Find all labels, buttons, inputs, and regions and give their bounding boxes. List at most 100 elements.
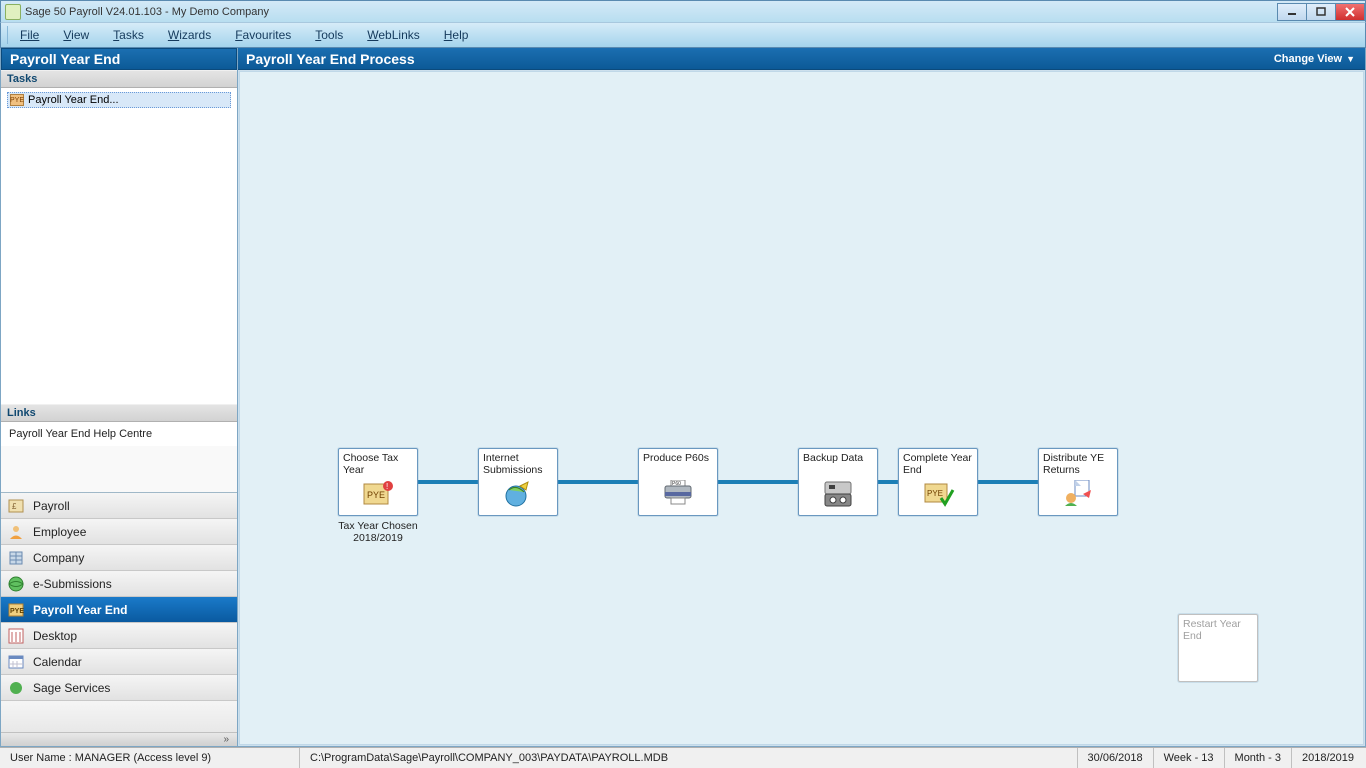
nav-sage-services[interactable]: Sage Services: [1, 675, 237, 701]
node-backup-data: Backup Data: [798, 448, 878, 516]
status-path: C:\ProgramData\Sage\Payroll\COMPANY_003\…: [300, 748, 1078, 768]
minimize-button[interactable]: [1277, 3, 1307, 21]
employee-icon: [7, 523, 25, 541]
svg-text:PYE: PYE: [367, 490, 385, 500]
window-title: Sage 50 Payroll V24.01.103 - My Demo Com…: [25, 6, 269, 18]
maximize-button[interactable]: [1306, 3, 1336, 21]
status-year: 2018/2019: [1292, 748, 1366, 768]
nav-label: Sage Services: [33, 681, 110, 695]
menu-weblinks[interactable]: WebLinks: [355, 26, 431, 44]
pye-icon: PYE!: [343, 476, 413, 512]
nav-label: Employee: [33, 525, 86, 539]
status-user: User Name : MANAGER (Access level 9): [0, 748, 300, 768]
tasks-panel: Tasks PYE Payroll Year End...: [1, 70, 237, 404]
pye-check-icon: PYE: [903, 476, 973, 512]
connector: [558, 480, 640, 484]
links-header: Links: [1, 404, 237, 422]
desktop-icon: [7, 627, 25, 645]
node-label: Complete Year End: [903, 452, 973, 476]
node-label: Distribute YE Returns: [1043, 452, 1113, 476]
svg-text:£: £: [12, 502, 17, 511]
globe-icon: [7, 575, 25, 593]
calendar-icon: [7, 653, 25, 671]
node-caption: Tax Year Chosen 2018/2019: [338, 520, 418, 544]
pye-nav-icon: PYE: [7, 601, 25, 619]
nav-calendar[interactable]: Calendar: [1, 649, 237, 675]
menu-help[interactable]: Help: [432, 26, 481, 44]
nav-company[interactable]: Company: [1, 545, 237, 571]
window-controls: [1278, 3, 1365, 21]
nav-esubmissions[interactable]: e-Submissions: [1, 571, 237, 597]
node-choose-tax-year: Choose Tax Year PYE! Tax Year Chosen 201…: [338, 448, 418, 544]
menu-favourites[interactable]: Favourites: [223, 26, 303, 44]
payroll-icon: £: [7, 497, 25, 515]
node-restart-year-end: Restart Year End: [1178, 614, 1258, 682]
nav-desktop[interactable]: Desktop: [1, 623, 237, 649]
task-payroll-year-end[interactable]: PYE Payroll Year End...: [7, 92, 231, 108]
status-week: Week - 13: [1154, 748, 1225, 768]
company-icon: [7, 549, 25, 567]
svg-text:PYE: PYE: [927, 489, 943, 498]
nav-payroll-year-end[interactable]: PYE Payroll Year End: [1, 597, 237, 623]
node-label: Restart Year End: [1183, 618, 1253, 642]
change-view-button[interactable]: Change View▼: [1268, 51, 1361, 67]
node-label: Produce P60s: [643, 452, 713, 476]
nav-payroll[interactable]: £ Payroll: [1, 493, 237, 519]
svg-text:PYE: PYE: [10, 608, 24, 615]
links-panel: Links Payroll Year End Help Centre: [1, 404, 237, 492]
nav-label: Payroll Year End: [33, 603, 128, 617]
globe-arrow-icon: [483, 476, 553, 512]
node-label: Backup Data: [803, 452, 873, 476]
node-box[interactable]: Internet Submissions: [478, 448, 558, 516]
status-month: Month - 3: [1225, 748, 1292, 768]
sidebar: Payroll Year End Tasks PYE Payroll Year …: [0, 48, 238, 747]
close-button[interactable]: [1335, 3, 1365, 21]
node-label: Choose Tax Year: [343, 452, 413, 476]
content: Payroll Year End Process Change View▼ Ch…: [238, 48, 1366, 747]
node-box[interactable]: Produce P60s P60: [638, 448, 718, 516]
node-box[interactable]: Complete Year End PYE: [898, 448, 978, 516]
backup-icon: [803, 476, 873, 512]
app-icon: [5, 4, 21, 20]
nav-label: e-Submissions: [33, 577, 112, 591]
status-date: 30/06/2018: [1078, 748, 1154, 768]
node-box[interactable]: Restart Year End: [1178, 614, 1258, 682]
node-box[interactable]: Distribute YE Returns: [1038, 448, 1118, 516]
connector: [718, 480, 800, 484]
menu-file[interactable]: File: [7, 26, 51, 44]
node-label: Internet Submissions: [483, 452, 553, 476]
menubar: File View Tasks Wizards Favourites Tools…: [0, 22, 1366, 48]
node-distribute-ye-returns: Distribute YE Returns: [1038, 448, 1118, 516]
node-produce-p60s: Produce P60s P60: [638, 448, 718, 516]
node-box[interactable]: Backup Data: [798, 448, 878, 516]
menu-tasks[interactable]: Tasks: [101, 26, 156, 44]
window-titlebar: Sage 50 Payroll V24.01.103 - My Demo Com…: [0, 0, 1366, 22]
menu-wizards[interactable]: Wizards: [156, 26, 223, 44]
connector: [978, 480, 1040, 484]
process-canvas: Choose Tax Year PYE! Tax Year Chosen 201…: [239, 71, 1364, 745]
menu-tools[interactable]: Tools: [303, 26, 355, 44]
task-item-label: Payroll Year End...: [28, 94, 119, 106]
node-internet-submissions: Internet Submissions: [478, 448, 558, 516]
svg-text:!: !: [386, 482, 388, 491]
connector: [418, 480, 480, 484]
menu-view[interactable]: View: [51, 26, 101, 44]
node-complete-year-end: Complete Year End PYE: [898, 448, 978, 516]
content-title: Payroll Year End Process: [246, 51, 415, 67]
nav-label: Calendar: [33, 655, 82, 669]
statusbar: User Name : MANAGER (Access level 9) C:\…: [0, 747, 1366, 768]
chevron-down-icon: ▼: [1346, 54, 1355, 64]
printer-icon: P60: [643, 476, 713, 512]
tasks-header: Tasks: [1, 70, 237, 88]
connector: [878, 480, 900, 484]
content-header: Payroll Year End Process Change View▼: [238, 48, 1365, 70]
sidebar-title: Payroll Year End: [1, 48, 237, 70]
nav-label: Payroll: [33, 499, 70, 513]
sage-icon: [7, 679, 25, 697]
nav-panel: £ Payroll Employee Company e-Submissions…: [1, 492, 237, 746]
node-box[interactable]: Choose Tax Year PYE!: [338, 448, 418, 516]
distribute-icon: [1043, 476, 1113, 512]
nav-employee[interactable]: Employee: [1, 519, 237, 545]
link-help-centre[interactable]: Payroll Year End Help Centre: [9, 428, 229, 440]
nav-expand-toggle[interactable]: »: [1, 732, 237, 746]
